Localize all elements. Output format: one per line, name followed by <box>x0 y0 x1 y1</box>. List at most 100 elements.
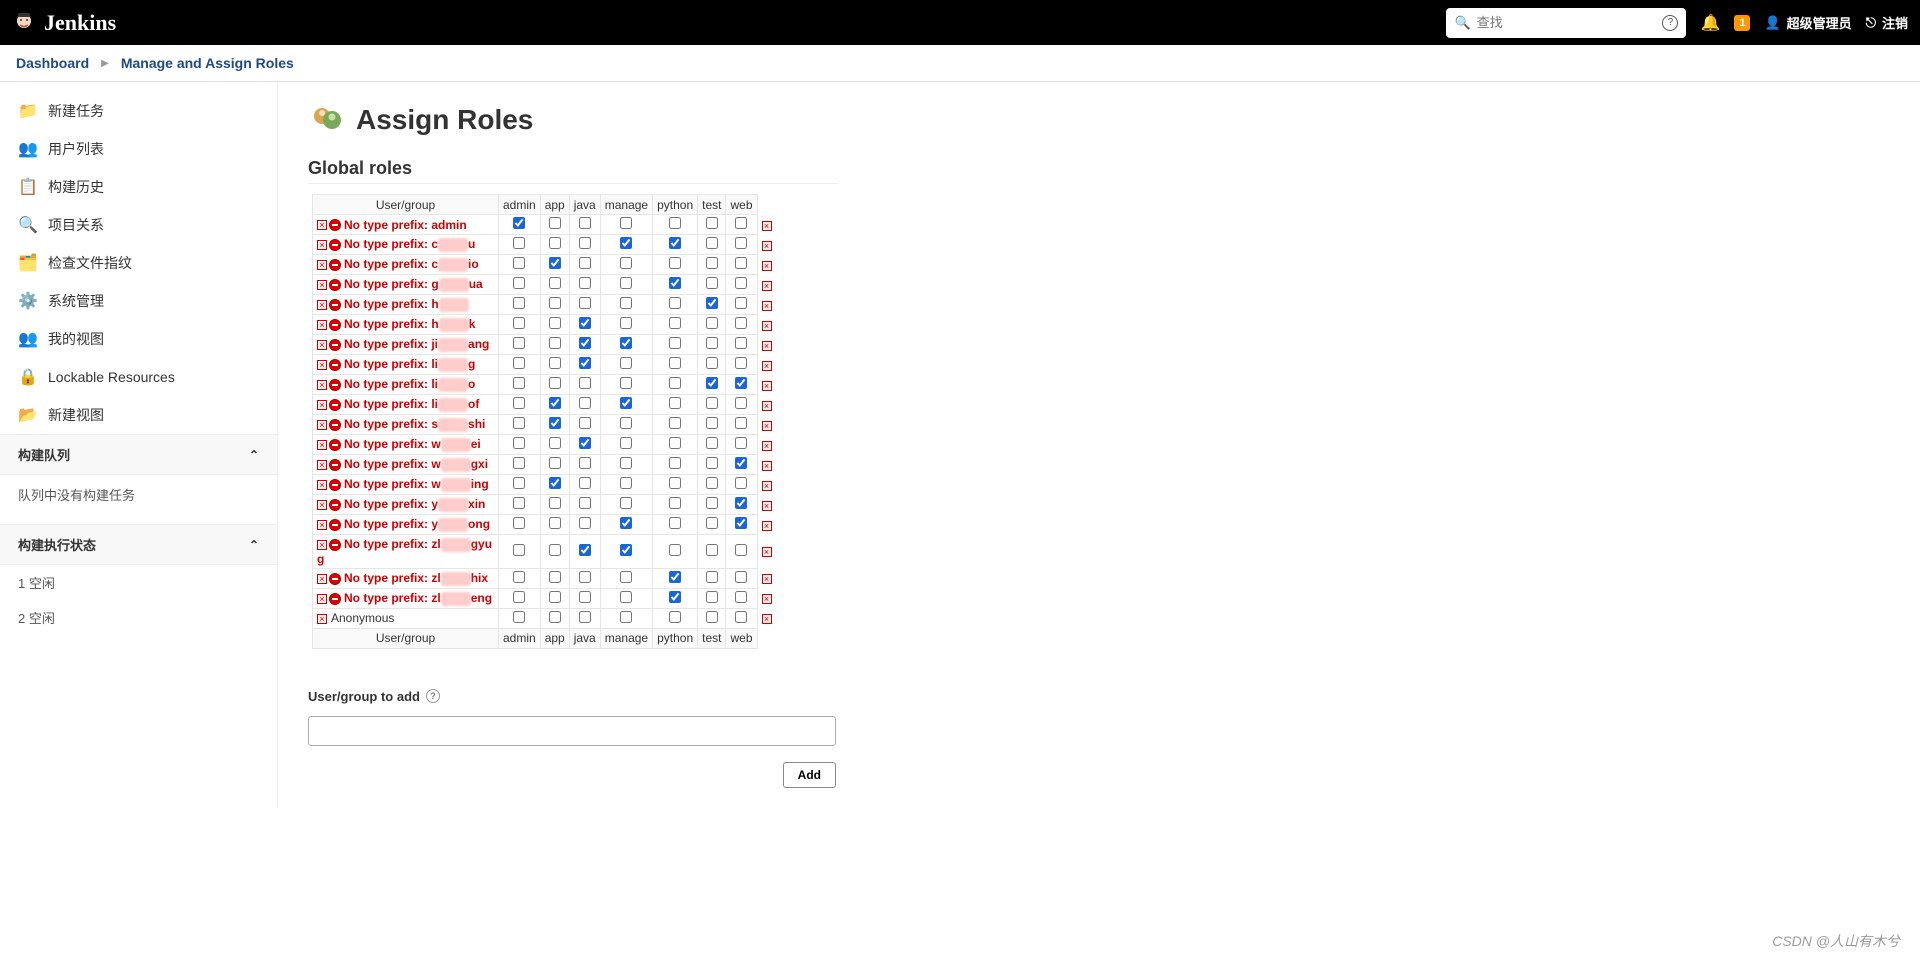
search-input[interactable] <box>1477 15 1657 30</box>
role-checkbox-admin[interactable] <box>513 517 525 529</box>
role-checkbox-python[interactable] <box>669 591 681 603</box>
sidebar-item-0[interactable]: 📁新建任务 <box>0 92 277 130</box>
role-checkbox-java[interactable] <box>579 517 591 529</box>
delete-row-icon[interactable] <box>762 547 772 557</box>
role-checkbox-web[interactable] <box>735 544 747 556</box>
role-checkbox-manage[interactable] <box>620 357 632 369</box>
role-checkbox-web[interactable] <box>735 517 747 529</box>
role-checkbox-test[interactable] <box>706 571 718 583</box>
role-checkbox-test[interactable] <box>706 497 718 509</box>
role-checkbox-manage[interactable] <box>620 297 632 309</box>
role-checkbox-admin[interactable] <box>513 357 525 369</box>
delete-left-icon[interactable] <box>317 220 327 230</box>
delete-left-icon[interactable] <box>317 540 327 550</box>
delete-row-icon[interactable] <box>762 301 772 311</box>
role-checkbox-app[interactable] <box>549 457 561 469</box>
role-checkbox-manage[interactable] <box>620 377 632 389</box>
role-checkbox-admin[interactable] <box>513 417 525 429</box>
role-checkbox-app[interactable] <box>549 357 561 369</box>
role-checkbox-java[interactable] <box>579 277 591 289</box>
role-checkbox-python[interactable] <box>669 457 681 469</box>
role-checkbox-web[interactable] <box>735 571 747 583</box>
role-checkbox-app[interactable] <box>549 437 561 449</box>
delete-row-icon[interactable] <box>762 261 772 271</box>
role-checkbox-manage[interactable] <box>620 437 632 449</box>
role-checkbox-python[interactable] <box>669 544 681 556</box>
delete-left-icon[interactable] <box>317 440 327 450</box>
delete-row-icon[interactable] <box>762 614 772 624</box>
role-checkbox-test[interactable] <box>706 437 718 449</box>
role-checkbox-admin[interactable] <box>513 257 525 269</box>
help-icon[interactable]: ? <box>1662 15 1678 31</box>
role-checkbox-test[interactable] <box>706 517 718 529</box>
role-checkbox-app[interactable] <box>549 477 561 489</box>
delete-row-icon[interactable] <box>762 401 772 411</box>
role-checkbox-web[interactable] <box>735 297 747 309</box>
delete-left-icon[interactable] <box>317 614 327 624</box>
role-checkbox-java[interactable] <box>579 611 591 623</box>
role-checkbox-python[interactable] <box>669 497 681 509</box>
role-checkbox-manage[interactable] <box>620 611 632 623</box>
role-checkbox-admin[interactable] <box>513 217 525 229</box>
role-checkbox-python[interactable] <box>669 517 681 529</box>
role-checkbox-web[interactable] <box>735 457 747 469</box>
role-checkbox-web[interactable] <box>735 611 747 623</box>
role-checkbox-manage[interactable] <box>620 337 632 349</box>
role-checkbox-admin[interactable] <box>513 377 525 389</box>
role-checkbox-python[interactable] <box>669 477 681 489</box>
delete-left-icon[interactable] <box>317 460 327 470</box>
delete-left-icon[interactable] <box>317 400 327 410</box>
delete-row-icon[interactable] <box>762 501 772 511</box>
role-checkbox-test[interactable] <box>706 397 718 409</box>
delete-row-icon[interactable] <box>762 461 772 471</box>
help-icon[interactable]: ? <box>426 689 440 703</box>
delete-left-icon[interactable] <box>317 520 327 530</box>
role-checkbox-manage[interactable] <box>620 417 632 429</box>
role-checkbox-test[interactable] <box>706 457 718 469</box>
delete-left-icon[interactable] <box>317 574 327 584</box>
add-user-input[interactable] <box>308 716 836 746</box>
role-checkbox-python[interactable] <box>669 357 681 369</box>
role-checkbox-web[interactable] <box>735 337 747 349</box>
sidebar-item-1[interactable]: 👥用户列表 <box>0 130 277 168</box>
user-menu[interactable]: 👤 超级管理员 <box>1764 13 1851 32</box>
role-checkbox-admin[interactable] <box>513 611 525 623</box>
delete-row-icon[interactable] <box>762 361 772 371</box>
role-checkbox-manage[interactable] <box>620 591 632 603</box>
delete-left-icon[interactable] <box>317 420 327 430</box>
role-checkbox-java[interactable] <box>579 217 591 229</box>
role-checkbox-web[interactable] <box>735 317 747 329</box>
role-checkbox-java[interactable] <box>579 237 591 249</box>
delete-left-icon[interactable] <box>317 594 327 604</box>
role-checkbox-manage[interactable] <box>620 477 632 489</box>
role-checkbox-test[interactable] <box>706 417 718 429</box>
role-checkbox-python[interactable] <box>669 397 681 409</box>
role-checkbox-app[interactable] <box>549 317 561 329</box>
sidebar-item-6[interactable]: 👥我的视图 <box>0 320 277 358</box>
role-checkbox-admin[interactable] <box>513 317 525 329</box>
role-checkbox-java[interactable] <box>579 457 591 469</box>
delete-row-icon[interactable] <box>762 441 772 451</box>
role-checkbox-manage[interactable] <box>620 397 632 409</box>
role-checkbox-web[interactable] <box>735 497 747 509</box>
role-checkbox-app[interactable] <box>549 377 561 389</box>
role-checkbox-java[interactable] <box>579 377 591 389</box>
role-checkbox-test[interactable] <box>706 317 718 329</box>
role-checkbox-test[interactable] <box>706 357 718 369</box>
role-checkbox-app[interactable] <box>549 257 561 269</box>
role-checkbox-manage[interactable] <box>620 571 632 583</box>
role-checkbox-python[interactable] <box>669 237 681 249</box>
role-checkbox-python[interactable] <box>669 437 681 449</box>
role-checkbox-java[interactable] <box>579 571 591 583</box>
role-checkbox-web[interactable] <box>735 357 747 369</box>
role-checkbox-java[interactable] <box>579 297 591 309</box>
role-checkbox-app[interactable] <box>549 517 561 529</box>
role-checkbox-admin[interactable] <box>513 277 525 289</box>
role-checkbox-admin[interactable] <box>513 297 525 309</box>
role-checkbox-manage[interactable] <box>620 317 632 329</box>
role-checkbox-java[interactable] <box>579 397 591 409</box>
sidebar-queue-header[interactable]: 构建队列 ⌃ <box>0 434 277 475</box>
role-checkbox-web[interactable] <box>735 257 747 269</box>
role-checkbox-admin[interactable] <box>513 457 525 469</box>
role-checkbox-java[interactable] <box>579 437 591 449</box>
